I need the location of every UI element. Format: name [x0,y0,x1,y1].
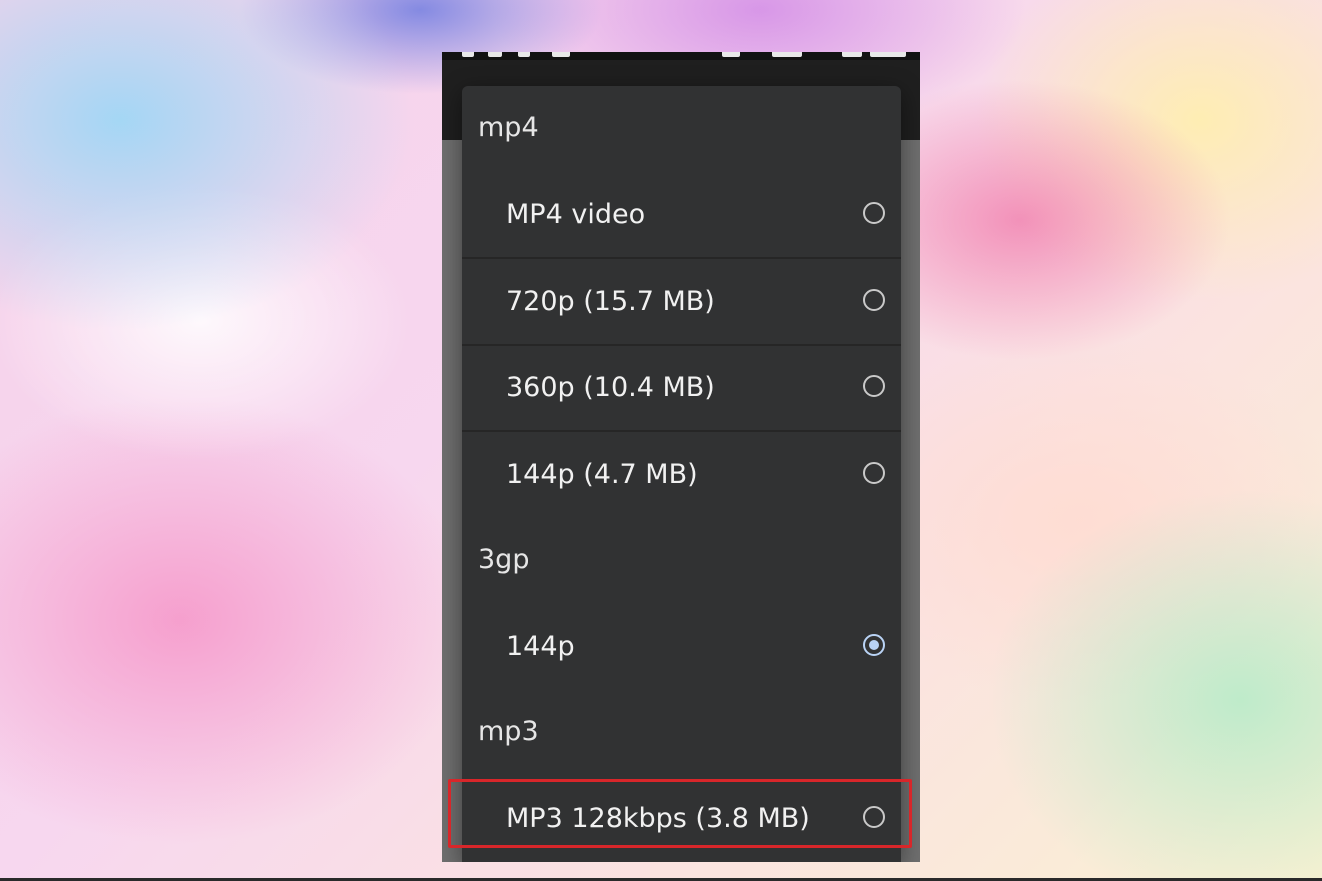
status-icon-right [722,52,740,57]
format-select-dialog: mp4 MP4 video 720p (15.7 MB) 360p (10.4 … [462,86,901,862]
option-label: 720p (15.7 MB) [506,286,715,317]
radio-button[interactable] [863,375,885,397]
radio-button[interactable] [863,462,885,484]
radio-button[interactable] [863,202,885,224]
radio-button-selected[interactable] [863,634,885,656]
radio-button[interactable] [863,806,885,828]
option-label: 144p [506,631,575,662]
status-icon-left [488,52,502,57]
option-360p[interactable]: 360p (10.4 MB) [462,345,901,431]
option-144p-mp4[interactable]: 144p (4.7 MB) [462,432,901,518]
group-header-mp4: mp4 [478,112,539,143]
status-icon-left [518,52,530,57]
option-720p[interactable]: 720p (15.7 MB) [462,259,901,345]
option-label: 360p (10.4 MB) [506,372,715,403]
status-icon-right [842,52,862,57]
phone-screen: mp4 MP4 video 720p (15.7 MB) 360p (10.4 … [442,52,920,862]
status-icon-right [870,52,906,57]
status-icon-right [772,52,802,57]
option-label: MP3 128kbps (3.8 MB) [506,803,810,834]
status-bar [442,52,920,60]
group-header-mp3: mp3 [478,716,539,747]
option-label: MP4 video [506,199,646,230]
status-icon-left [552,52,570,57]
option-mp4-video[interactable]: MP4 video [462,172,901,258]
option-label: 144p (4.7 MB) [506,459,698,490]
radio-button[interactable] [863,289,885,311]
option-144p-3gp[interactable]: 144p [462,604,901,690]
group-header-3gp: 3gp [478,544,530,575]
status-icon-left [462,52,474,57]
option-mp3-128kbps[interactable]: MP3 128kbps (3.8 MB) [462,776,901,862]
